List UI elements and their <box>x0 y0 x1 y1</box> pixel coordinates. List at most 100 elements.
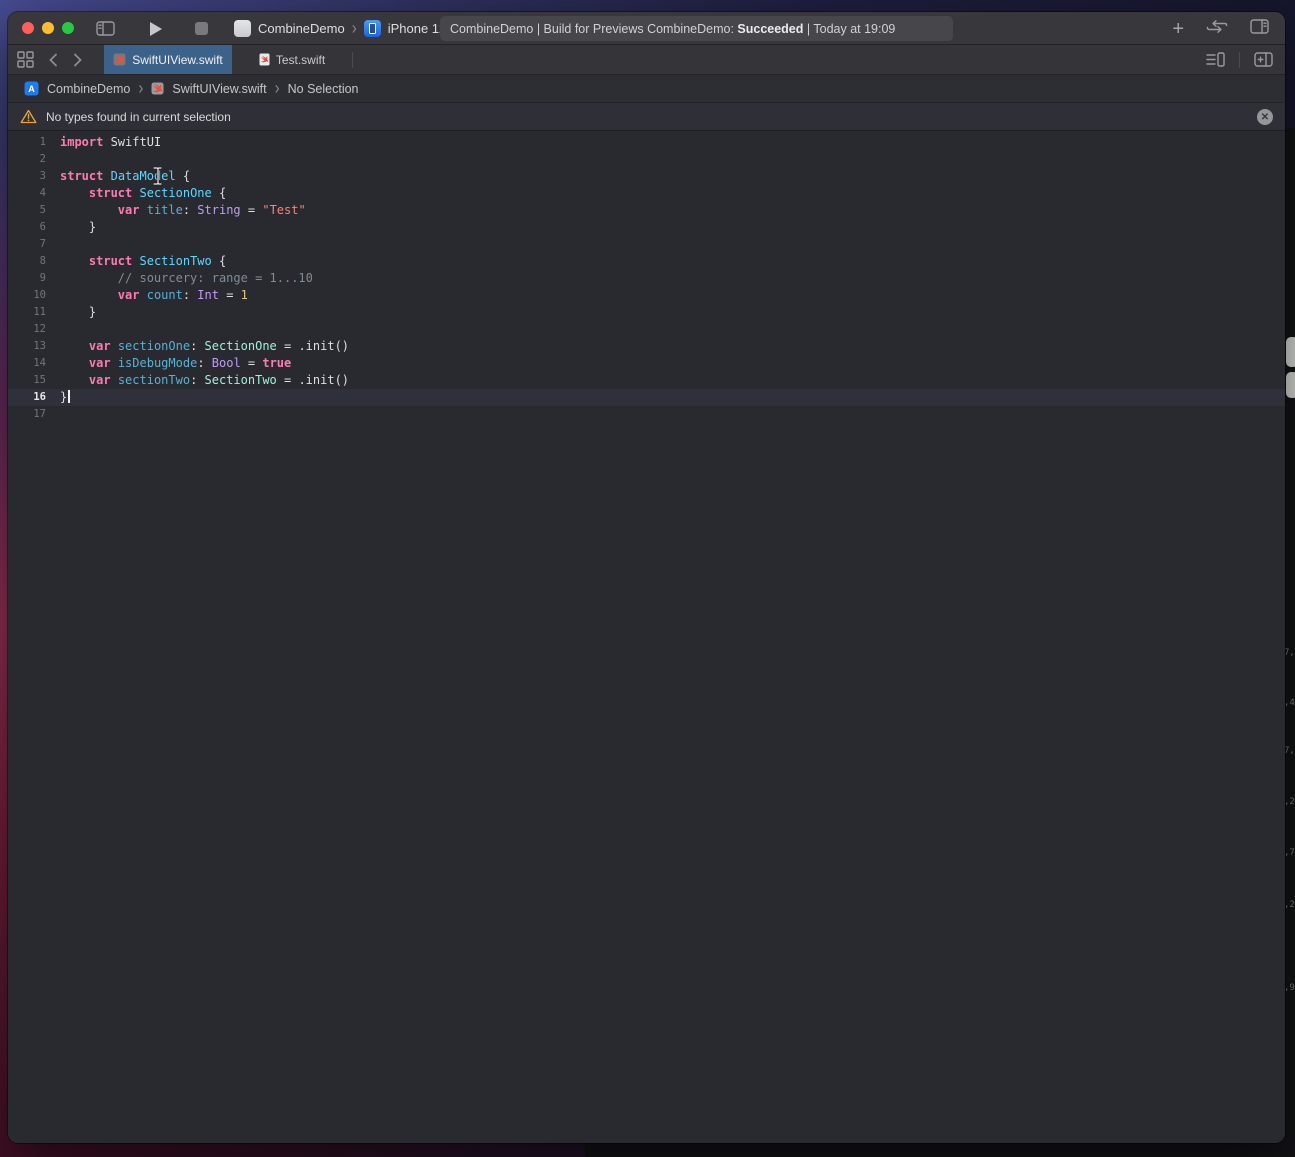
line-number[interactable]: 1 <box>8 134 52 151</box>
code-line[interactable]: 13 var sectionOne: SectionOne = .init() <box>8 338 1285 355</box>
tab-bar-right-controls <box>1206 45 1285 74</box>
warning-message: No types found in current selection <box>46 110 231 124</box>
line-number[interactable]: 7 <box>8 236 52 253</box>
scheme-selector[interactable]: CombineDemo › iPhone 12 <box>234 12 446 45</box>
code-line[interactable]: 5 var title: String = "Test" <box>8 202 1285 219</box>
breadcrumb-item-file[interactable]: SwiftUIView.swift <box>172 82 266 96</box>
add-editor-icon[interactable] <box>1254 52 1273 67</box>
run-button[interactable] <box>146 12 166 45</box>
background-window-text: 7,8 <box>1284 746 1295 756</box>
line-number[interactable]: 4 <box>8 185 52 202</box>
code-line[interactable]: 3struct DataModel { <box>8 168 1285 185</box>
simulator-icon <box>364 20 381 37</box>
line-number[interactable]: 5 <box>8 202 52 219</box>
inspector-icon <box>1250 19 1269 34</box>
play-icon <box>149 21 163 37</box>
svg-text:A: A <box>28 84 35 94</box>
warning-bar: No types found in current selection ✕ <box>8 103 1285 131</box>
breadcrumb-item-project[interactable]: CombineDemo <box>47 82 130 96</box>
code-line[interactable]: 8 struct SectionTwo { <box>8 253 1285 270</box>
minimize-window-button[interactable] <box>42 22 54 34</box>
line-number[interactable]: 17 <box>8 406 52 423</box>
scheme-name[interactable]: CombineDemo <box>258 21 345 36</box>
code-text[interactable]: struct SectionOne { <box>52 185 226 202</box>
activity-status-view[interactable]: CombineDemo | Build for Previews Combine… <box>440 16 953 41</box>
code-text[interactable]: } <box>52 304 96 321</box>
tab-swiftuiview[interactable]: SwiftUIView.swift <box>104 45 232 74</box>
zoom-window-button[interactable] <box>62 22 74 34</box>
line-number[interactable]: 8 <box>8 253 52 270</box>
forward-navigation-icon[interactable] <box>73 53 82 67</box>
code-review-button[interactable] <box>1206 19 1228 39</box>
code-line[interactable]: 4 struct SectionOne { <box>8 185 1285 202</box>
close-warning-button[interactable]: ✕ <box>1257 109 1273 125</box>
code-line[interactable]: 1import SwiftUI <box>8 134 1285 151</box>
line-number[interactable]: 3 <box>8 168 52 185</box>
line-number[interactable]: 12 <box>8 321 52 338</box>
code-text[interactable]: var sectionOne: SectionOne = .init() <box>52 338 349 355</box>
background-window-artifact <box>1286 372 1295 398</box>
background-window-text: ,2 <box>1284 900 1295 910</box>
tab-label: SwiftUIView.swift <box>132 53 222 67</box>
xcode-window: CombineDemo › iPhone 12 CombineDemo | Bu… <box>8 12 1285 1143</box>
code-line[interactable]: 10 var count: Int = 1 <box>8 287 1285 304</box>
line-number[interactable]: 10 <box>8 287 52 304</box>
inspector-sidebar-toggle-button[interactable] <box>1250 19 1269 39</box>
code-text[interactable]: var isDebugMode: Bool = true <box>52 355 291 372</box>
line-number[interactable]: 11 <box>8 304 52 321</box>
swift-file-icon <box>113 53 126 66</box>
compare-arrows-icon <box>1206 19 1228 34</box>
code-line[interactable]: 16} <box>8 389 1285 406</box>
code-line[interactable]: 15 var sectionTwo: SectionTwo = .init() <box>8 372 1285 389</box>
editor-tab-bar: SwiftUIView.swift Test.swift <box>8 45 1285 75</box>
code-line[interactable]: 6 } <box>8 219 1285 236</box>
breadcrumb: A CombineDemo › SwiftUIView.swift › No S… <box>8 75 1285 103</box>
code-text[interactable]: var count: Int = 1 <box>52 287 248 304</box>
status-result: Succeeded <box>737 22 803 36</box>
code-text[interactable]: var sectionTwo: SectionTwo = .init() <box>52 372 349 389</box>
background-window-text: ,7 <box>1284 848 1295 858</box>
close-icon: ✕ <box>1261 112 1269 123</box>
code-line[interactable]: 2 <box>8 151 1285 168</box>
code-text[interactable]: // sourcery: range = 1...10 <box>52 270 313 287</box>
tab-test[interactable]: Test.swift <box>232 45 352 74</box>
code-text[interactable]: import SwiftUI <box>52 134 161 151</box>
code-line[interactable]: 11 } <box>8 304 1285 321</box>
line-number[interactable]: 14 <box>8 355 52 372</box>
code-line[interactable]: 12 <box>8 321 1285 338</box>
code-text[interactable]: struct DataModel { <box>52 168 190 185</box>
navigator-sidebar-toggle-button[interactable] <box>92 12 118 45</box>
line-number[interactable]: 9 <box>8 270 52 287</box>
line-number[interactable]: 6 <box>8 219 52 236</box>
background-window-text: ,4 <box>1284 698 1295 708</box>
code-text[interactable]: struct SectionTwo { <box>52 253 226 270</box>
tab-bar-divider <box>1239 52 1240 68</box>
editor-overview-icon[interactable] <box>17 51 34 68</box>
stop-button[interactable] <box>192 12 210 45</box>
project-icon: A <box>24 81 39 96</box>
line-number[interactable]: 2 <box>8 151 52 168</box>
breadcrumb-item-selection[interactable]: No Selection <box>288 82 359 96</box>
run-destination[interactable]: iPhone 12 <box>388 21 447 36</box>
line-number[interactable]: 13 <box>8 338 52 355</box>
adjust-editor-options-icon[interactable] <box>1206 52 1225 67</box>
background-window-artifact <box>1286 337 1295 367</box>
code-line[interactable]: 9 // sourcery: range = 1...10 <box>8 270 1285 287</box>
line-number[interactable]: 15 <box>8 372 52 389</box>
background-window-text: 7, <box>1284 648 1295 658</box>
line-number[interactable]: 16 <box>8 389 52 406</box>
library-add-button[interactable]: + <box>1172 19 1184 39</box>
close-window-button[interactable] <box>22 22 34 34</box>
code-text[interactable]: } <box>52 389 70 406</box>
code-line[interactable]: 14 var isDebugMode: Bool = true <box>8 355 1285 372</box>
status-text-post: | Today at 19:09 <box>803 22 895 36</box>
code-text[interactable]: var title: String = "Test" <box>52 202 306 219</box>
background-window-strip: 7,,47,8,2,7,2,9 <box>1284 128 1295 1157</box>
code-line[interactable]: 17 <box>8 406 1285 423</box>
back-navigation-icon[interactable] <box>49 53 58 67</box>
source-editor[interactable]: 1import SwiftUI23struct DataModel {4 str… <box>8 131 1285 1143</box>
desktop: 7,,47,8,2,7,2,9 <box>0 0 1295 1157</box>
code-line[interactable]: 7 <box>8 236 1285 253</box>
tab-divider <box>352 52 353 68</box>
code-text[interactable]: } <box>52 219 96 236</box>
